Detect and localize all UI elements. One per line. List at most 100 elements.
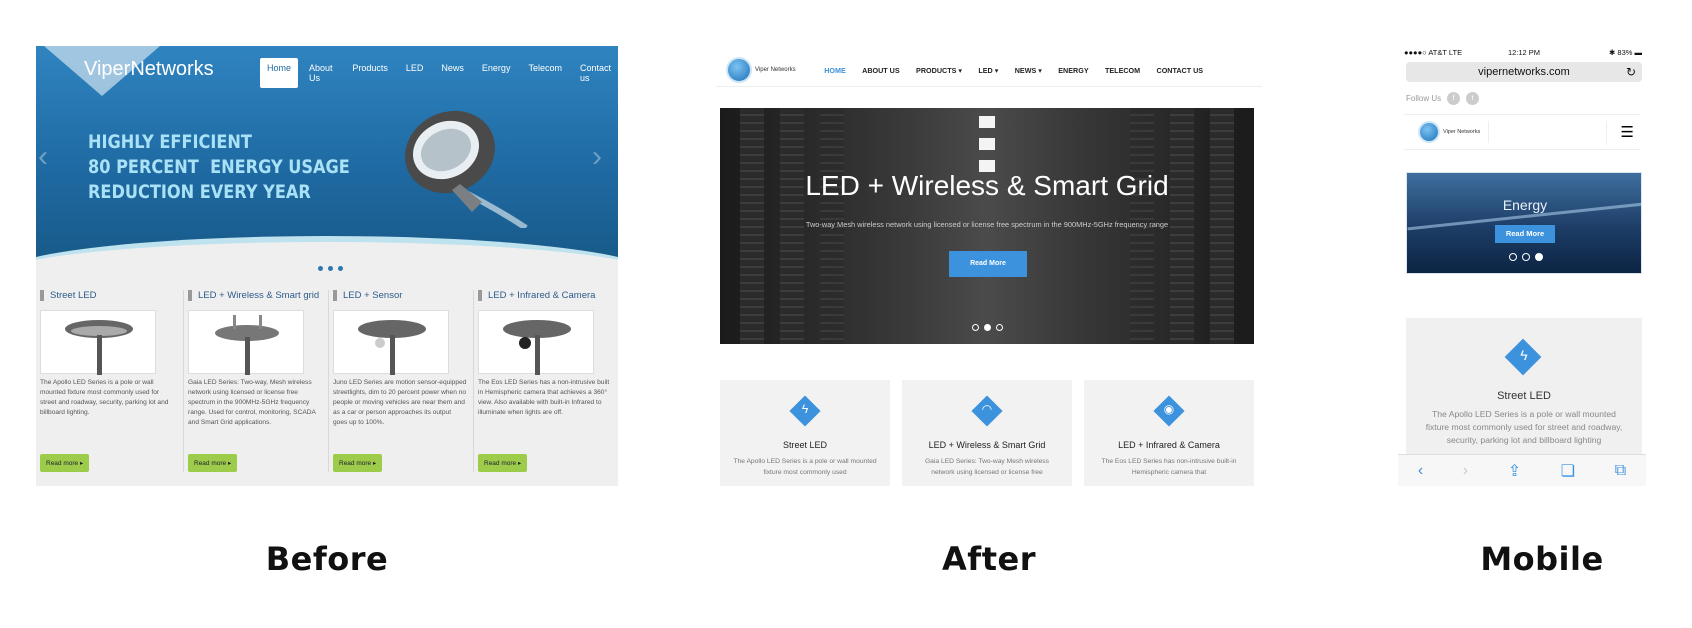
hero-slider: LED + Wireless & Smart Grid Two-way Mesh…	[720, 108, 1254, 344]
hero-slider: Energy Read More	[1406, 172, 1642, 274]
nav-divider	[716, 86, 1262, 87]
hero-banner: ViperNetworks Home About Us Products LED…	[36, 46, 618, 316]
facebook-icon[interactable]: f	[1447, 92, 1461, 105]
nav-about[interactable]: About Us	[302, 58, 341, 88]
read-more-button[interactable]: Read more ▸	[188, 454, 238, 472]
nav-products[interactable]: Products	[345, 58, 395, 88]
read-more-button[interactable]: Read more ▸	[333, 454, 383, 472]
next-arrow-icon[interactable]: ›	[592, 140, 602, 174]
caption-after: After	[942, 540, 1036, 578]
product-card[interactable]: ◉ LED + Infrared & Camera The Eos LED Se…	[1084, 380, 1254, 486]
product-card[interactable]: ϟ Street LED The Apollo LED Series is a …	[720, 380, 890, 486]
card-title: LED + Infrared & Camera	[1118, 440, 1220, 450]
nav-about[interactable]: ABOUT US	[854, 66, 908, 75]
address-bar[interactable]: vipernetworks.com ↻	[1406, 62, 1642, 82]
mobile-screenshot: ●●●●○ AT&T LTE 12:12 PM ✱ 83% ▬ vipernet…	[1398, 46, 1646, 486]
product-column: LED + Wireless & Smart grid Gaia LED Ser…	[183, 290, 328, 472]
nav-products[interactable]: PRODUCTS ▾	[908, 66, 970, 75]
read-more-button[interactable]: Read more ▸	[478, 454, 528, 472]
product-column: LED + Sensor Juno LED Series are motion …	[328, 290, 473, 472]
caption-before: Before	[265, 540, 389, 578]
logo-text: Viper Networks	[755, 67, 796, 73]
product-title[interactable]: LED + Wireless & Smart grid	[188, 290, 322, 304]
nav-home[interactable]: HOME	[816, 66, 854, 75]
after-screenshot: Viper Networks HOME ABOUT US PRODUCTS ▾ …	[716, 46, 1262, 486]
product-column: LED + Infrared & Camera The Eos LED Seri…	[473, 290, 618, 472]
logo-icon	[1418, 121, 1440, 143]
slider-dots[interactable]	[1509, 253, 1543, 261]
nav-news[interactable]: NEWS ▾	[1007, 66, 1051, 75]
follow-us: Follow Us f t	[1406, 92, 1480, 105]
nav-energy[interactable]: Energy	[475, 58, 518, 88]
twitter-icon[interactable]: t	[1466, 92, 1480, 105]
product-title[interactable]: LED + Infrared & Camera	[478, 290, 612, 304]
card-text: The Apollo LED Series is a pole or wall …	[733, 458, 877, 476]
product-title[interactable]: LED + Sensor	[333, 290, 467, 304]
logo-text: Viper Networks	[1443, 129, 1481, 135]
product-image	[188, 310, 304, 375]
card-title: Street LED	[1497, 390, 1551, 402]
logo[interactable]: Viper Networks	[1418, 121, 1490, 143]
nav-led[interactable]: LED	[399, 58, 431, 88]
battery: ✱ 83% ▬	[1609, 48, 1642, 57]
card-text: The Apollo LED Series is a pole or wall …	[1425, 409, 1623, 445]
status-bar: ●●●●○ AT&T LTE 12:12 PM ✱ 83% ▬	[1404, 48, 1644, 60]
logo-icon	[726, 57, 752, 83]
read-more-button[interactable]: Read More	[1495, 225, 1555, 243]
nav-contact[interactable]: CONTACT US	[1148, 66, 1211, 75]
reload-icon[interactable]: ↻	[1626, 62, 1636, 82]
bookmarks-icon[interactable]: ❏	[1561, 461, 1575, 481]
read-more-button[interactable]: Read More	[949, 251, 1027, 277]
slider-dots[interactable]	[972, 324, 1003, 331]
product-title[interactable]: Street LED	[40, 290, 177, 304]
nav-telecom[interactable]: TELECOM	[1097, 66, 1149, 75]
mobile-header: Viper Networks ☰	[1404, 114, 1640, 150]
logo[interactable]: Viper Networks	[726, 57, 816, 83]
product-description: The Apollo LED Series is a pole or wall …	[40, 379, 169, 416]
product-description: Juno LED Series are motion sensor-equipp…	[333, 379, 467, 426]
ceiling-light	[979, 116, 995, 128]
prev-arrow-icon[interactable]: ‹	[38, 140, 48, 174]
slide-subtitle: Two-way Mesh wireless network using lice…	[805, 220, 1169, 229]
nav-energy[interactable]: ENERGY	[1050, 66, 1097, 75]
nav-contact[interactable]: Contact us	[573, 58, 618, 88]
slider-dots[interactable]	[318, 266, 343, 271]
url-text: vipernetworks.com	[1478, 66, 1570, 78]
street-lamp-image	[405, 110, 528, 228]
product-card[interactable]: ◠ LED + Wireless & Smart Grid Gaia LED S…	[902, 380, 1072, 486]
hero-tagline: HIGHLY EFFICIENT 80 PERCENT ENERGY USAGE…	[88, 131, 350, 203]
hamburger-menu-icon[interactable]: ☰	[1606, 121, 1634, 145]
caption-mobile: Mobile	[1480, 540, 1604, 578]
browser-toolbar: ‹ › ⇪ ❏ ⧉	[1398, 454, 1646, 486]
read-more-button[interactable]: Read more ▸	[40, 454, 90, 472]
product-description: Gaia LED Series: Two-way, Mesh wireless …	[188, 379, 316, 426]
slide-title: Energy	[1502, 197, 1548, 213]
product-image	[40, 310, 156, 375]
card-title: LED + Wireless & Smart Grid	[928, 440, 1046, 450]
product-description: The Eos LED Series has a non-intrusive b…	[478, 379, 610, 416]
product-columns: Street LED The Apollo LED Series is a po…	[40, 290, 618, 472]
before-screenshot: ViperNetworks Home About Us Products LED…	[36, 46, 618, 486]
nav-home[interactable]: Home	[260, 58, 299, 88]
tabs-icon[interactable]: ⧉	[1615, 462, 1626, 480]
main-nav: Home About Us Products LED News Energy T…	[260, 58, 618, 88]
nav-led[interactable]: LED ▾	[970, 66, 1006, 75]
slide-title: LED + Wireless & Smart Grid	[805, 170, 1169, 201]
product-image	[333, 310, 449, 375]
clock: 12:12 PM	[1507, 48, 1541, 57]
card-text: The Eos LED Series has non-intrusive bui…	[1101, 458, 1237, 476]
back-icon[interactable]: ‹	[1418, 462, 1423, 480]
card-title: Street LED	[782, 440, 828, 450]
logo[interactable]: ViperNetworks	[84, 58, 214, 81]
product-image	[478, 310, 594, 375]
product-column: Street LED The Apollo LED Series is a po…	[40, 290, 183, 472]
main-nav: Viper Networks HOME ABOUT US PRODUCTS ▾ …	[726, 52, 1262, 88]
ceiling-light	[979, 138, 995, 150]
forward-icon[interactable]: ›	[1463, 462, 1468, 480]
nav-telecom[interactable]: Telecom	[521, 58, 569, 88]
nav-news[interactable]: News	[434, 58, 471, 88]
follow-label: Follow Us	[1406, 94, 1442, 103]
card-text: Gaia LED Series: Two-way Mesh wireless n…	[924, 458, 1049, 476]
product-cards: ϟ Street LED The Apollo LED Series is a …	[720, 380, 1254, 486]
share-icon[interactable]: ⇪	[1508, 461, 1521, 481]
